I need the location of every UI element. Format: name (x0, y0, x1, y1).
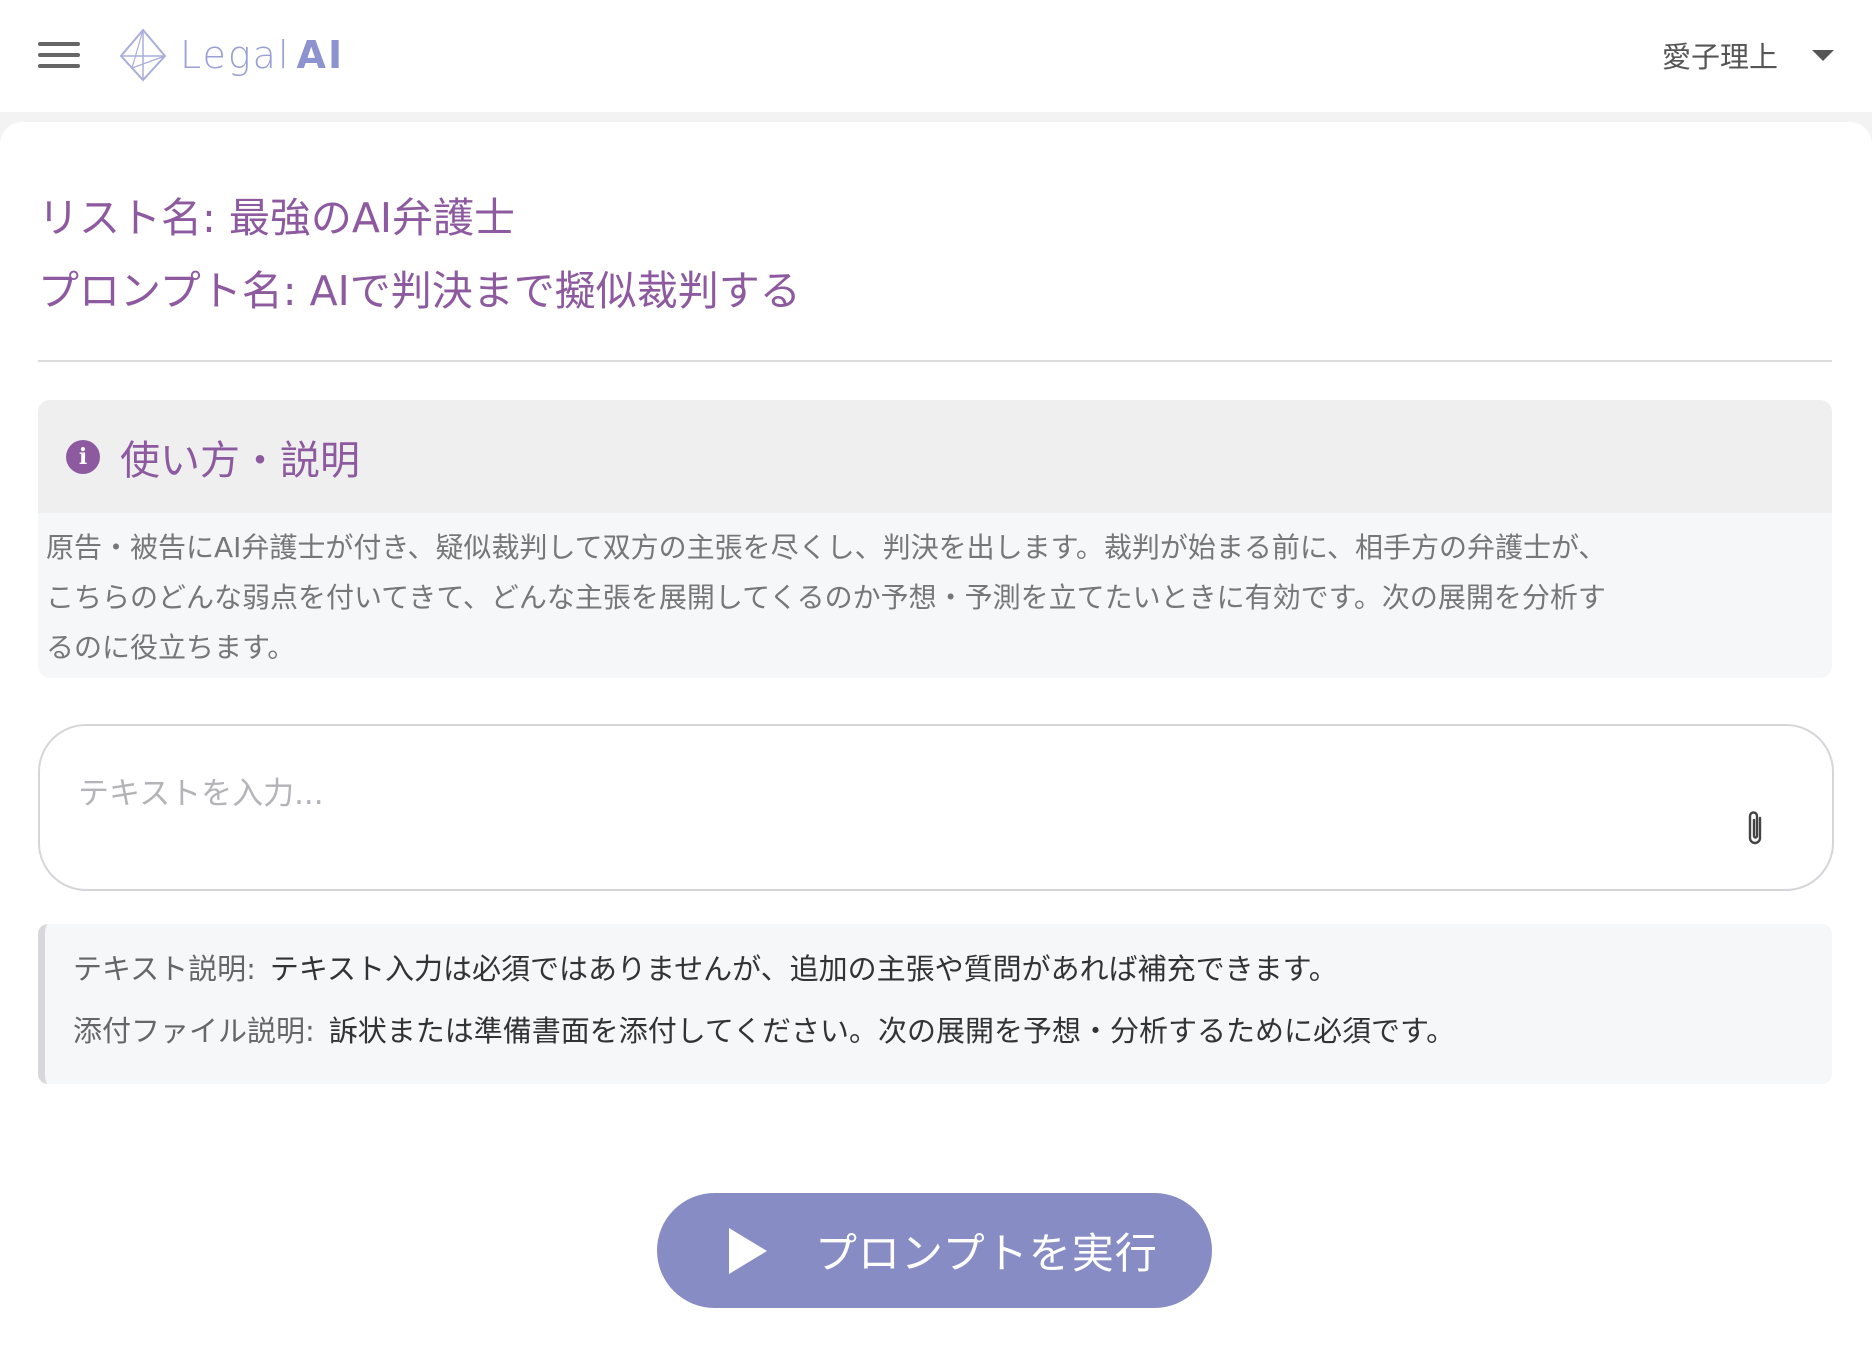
logo-text-ai: AI (296, 33, 345, 77)
file-description-row: 添付ファイル説明: 訴状または準備書面を添付してください。次の展開を予想・分析する… (73, 1008, 1455, 1050)
input-description-panel: テキスト説明: テキスト入力は必須ではありませんが、追加の主張や質問があれば補充で… (38, 924, 1832, 1084)
howto-line: るのに役立ちます。 (46, 631, 296, 664)
howto-line: 原告・被告にAI弁護士が付き、疑似裁判して双方の主張を尽くし、判決を出します。裁… (46, 531, 1607, 564)
file-description-label: 添付ファイル説明: (73, 1014, 315, 1048)
main-card: リスト名: 最強のAI弁護士 プロンプト名: AIで判決まで擬似裁判する i 使… (0, 122, 1872, 1350)
top-bar: Legal AI 愛子理上 (0, 0, 1872, 112)
hamburger-menu-icon[interactable] (38, 38, 82, 72)
howto-panel: i 使い方・説明 原告・被告にAI弁護士が付き、疑似裁判して双方の主張を尽くし、… (38, 400, 1832, 678)
text-description-value: テキスト入力は必須ではありませんが、追加の主張や質問があれば補充できます。 (269, 952, 1338, 986)
prompt-input-container (38, 724, 1834, 891)
divider (38, 360, 1832, 362)
paperclip-icon[interactable] (1744, 808, 1768, 848)
logo-text-legal: Legal (180, 33, 291, 77)
run-prompt-label: プロンプトを実行 (815, 1229, 1158, 1278)
howto-title: 使い方・説明 (120, 437, 360, 484)
user-name: 愛子理上 (1661, 40, 1778, 74)
text-description-row: テキスト説明: テキスト入力は必須ではありませんが、追加の主張や質問があれば補充で… (73, 946, 1338, 988)
app-logo[interactable]: Legal AI (118, 26, 344, 84)
play-icon (729, 1227, 767, 1274)
run-prompt-button[interactable]: プロンプトを実行 (657, 1193, 1212, 1308)
prompt-text-input[interactable] (76, 766, 1680, 830)
file-description-value: 訴状または準備書面を添付してください。次の展開を予想・分析するために必須です。 (328, 1014, 1456, 1048)
howto-line: こちらのどんな弱点を付いてきて、どんな主張を展開してくるのか予想・予測を立てたい… (46, 581, 1606, 614)
logo-text: Legal AI (180, 33, 344, 77)
info-icon: i (66, 439, 100, 474)
list-title: リスト名: 最強のAI弁護士 (38, 194, 515, 242)
caret-down-icon (1812, 49, 1834, 61)
howto-header: i 使い方・説明 (38, 400, 1832, 513)
logo-diamond-icon (119, 28, 167, 82)
text-description-label: テキスト説明: (73, 952, 256, 986)
user-menu[interactable]: 愛子理上 (1662, 30, 1834, 80)
howto-description: 原告・被告にAI弁護士が付き、疑似裁判して双方の主張を尽くし、判決を出します。裁… (38, 513, 1832, 673)
prompt-title: プロンプト名: AIで判決まで擬似裁判する (38, 267, 801, 315)
